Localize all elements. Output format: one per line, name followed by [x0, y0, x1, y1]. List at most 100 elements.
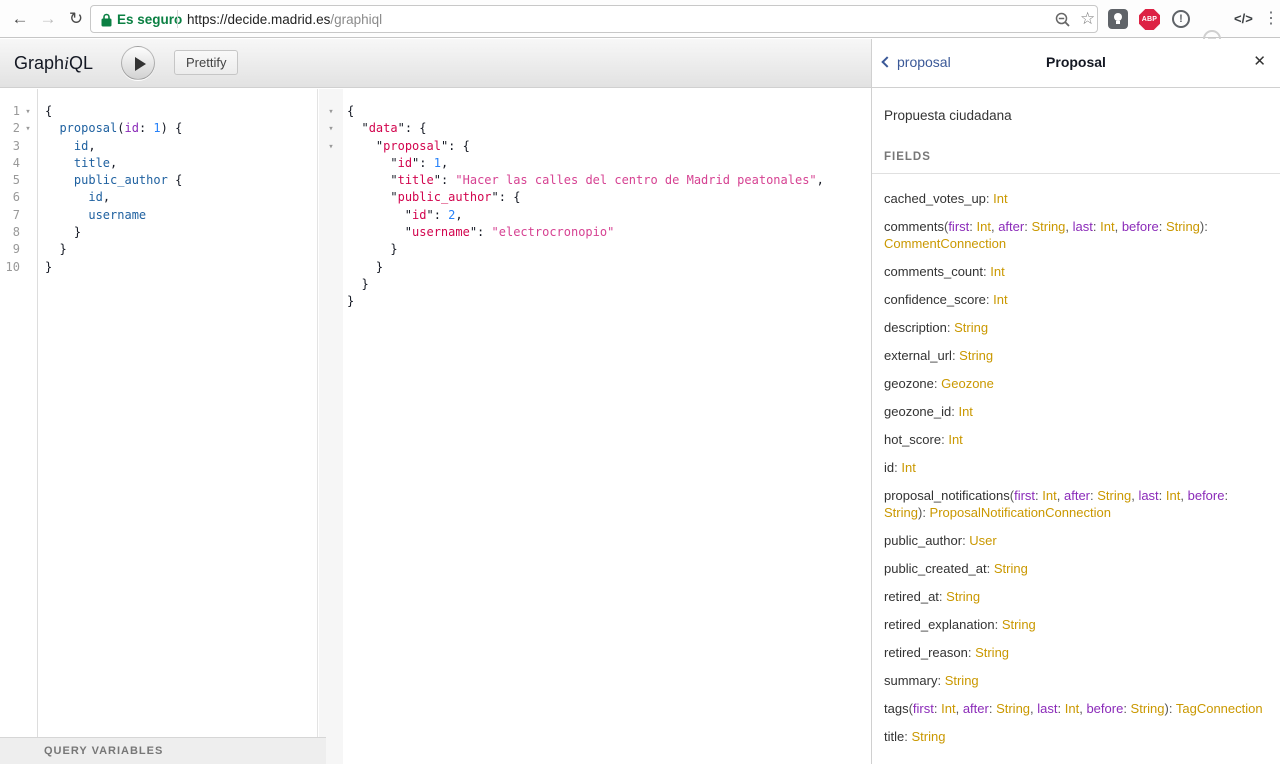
- type-name[interactable]: Int: [958, 404, 972, 419]
- type-name[interactable]: CommentConnection: [884, 236, 1006, 251]
- field-name[interactable]: comments_count: [884, 264, 983, 279]
- fold-icon[interactable]: ▾: [319, 121, 343, 138]
- bookmark-star-icon[interactable]: ☆: [1080, 9, 1095, 29]
- browser-back-button[interactable]: ←: [8, 7, 32, 31]
- execute-button[interactable]: [121, 46, 155, 80]
- prettify-button[interactable]: Prettify: [174, 50, 238, 75]
- field-name[interactable]: title: [884, 729, 904, 744]
- arg-name[interactable]: first: [913, 701, 934, 716]
- query-variables-bar[interactable]: QUERY VARIABLES: [0, 737, 326, 764]
- secure-label[interactable]: Es seguro: [117, 11, 182, 29]
- type-name[interactable]: String: [954, 320, 988, 335]
- fold-icon[interactable]: ▾: [319, 139, 343, 156]
- field-name[interactable]: tags: [884, 701, 909, 716]
- arg-name[interactable]: before: [1122, 219, 1159, 234]
- field-name[interactable]: geozone_id: [884, 404, 951, 419]
- field-name[interactable]: cached_votes_up: [884, 191, 986, 206]
- type-name[interactable]: String: [975, 645, 1009, 660]
- code-line: }: [45, 260, 317, 277]
- field-name[interactable]: external_url: [884, 348, 952, 363]
- graphiql-logo: GraphiQL: [14, 53, 93, 74]
- type-name[interactable]: Int: [993, 191, 1007, 206]
- type-name[interactable]: Int: [1065, 701, 1079, 716]
- lightbulb-extension-icon[interactable]: [1108, 9, 1128, 29]
- alert-circle-extension-icon[interactable]: !: [1172, 10, 1190, 28]
- browser-menu-icon[interactable]: ⋮: [1263, 9, 1279, 29]
- arg-name[interactable]: first: [1014, 488, 1035, 503]
- query-code[interactable]: { proposal(id: 1) { id, title, public_au…: [39, 89, 317, 277]
- arg-name[interactable]: after: [963, 701, 989, 716]
- type-name[interactable]: User: [969, 533, 996, 548]
- field-name[interactable]: summary: [884, 673, 937, 688]
- field-name[interactable]: geozone: [884, 376, 934, 391]
- code-line: "proposal": {: [347, 139, 871, 156]
- arg-name[interactable]: after: [1064, 488, 1090, 503]
- type-name[interactable]: Int: [901, 460, 915, 475]
- type-name[interactable]: String: [1097, 488, 1131, 503]
- field-name[interactable]: id: [884, 460, 894, 475]
- type-name[interactable]: Int: [993, 292, 1007, 307]
- field-name[interactable]: confidence_score: [884, 292, 986, 307]
- address-bar[interactable]: Es seguro https://decide.madrid.es/graph…: [90, 5, 1098, 33]
- arg-name[interactable]: last: [1037, 701, 1057, 716]
- arg-name[interactable]: before: [1086, 701, 1123, 716]
- type-name[interactable]: String: [994, 561, 1028, 576]
- type-name[interactable]: String: [1166, 219, 1200, 234]
- query-editor[interactable]: 1▾2▾345678910 { proposal(id: 1) { id, ti…: [0, 89, 318, 764]
- type-name[interactable]: String: [1031, 219, 1065, 234]
- type-name[interactable]: String: [911, 729, 945, 744]
- field-name[interactable]: description: [884, 320, 947, 335]
- field-name[interactable]: public_created_at: [884, 561, 987, 576]
- arg-name[interactable]: last: [1073, 219, 1093, 234]
- fold-icon[interactable]: ▾: [20, 104, 36, 121]
- code-line: {: [347, 104, 871, 121]
- type-name[interactable]: String: [996, 701, 1030, 716]
- field-name[interactable]: hot_score: [884, 432, 941, 447]
- type-name[interactable]: Int: [948, 432, 962, 447]
- arg-name[interactable]: first: [948, 219, 969, 234]
- result-code: { "data": { "proposal": { "id": 1, "titl…: [343, 89, 871, 312]
- chevron-left-icon: [881, 56, 892, 67]
- doc-field-item: public_created_at: String: [884, 560, 1266, 577]
- browser-forward-button[interactable]: →: [36, 7, 60, 31]
- type-name[interactable]: Geozone: [941, 376, 994, 391]
- field-name[interactable]: retired_explanation: [884, 617, 995, 632]
- type-description: Propuesta ciudadana: [884, 107, 1266, 124]
- code-brackets-extension-icon[interactable]: </>: [1234, 9, 1253, 29]
- lock-icon: [101, 13, 112, 32]
- url-text[interactable]: https://decide.madrid.es/graphiql: [187, 11, 382, 29]
- adblock-extension-icon[interactable]: ABP: [1139, 9, 1160, 30]
- punctuation: ,: [1115, 219, 1122, 234]
- type-name[interactable]: Int: [1166, 488, 1180, 503]
- type-name[interactable]: String: [1131, 701, 1165, 716]
- type-name[interactable]: Int: [1100, 219, 1114, 234]
- punctuation: :: [1058, 701, 1065, 716]
- type-name[interactable]: String: [1002, 617, 1036, 632]
- type-name[interactable]: Int: [990, 264, 1004, 279]
- field-name[interactable]: retired_at: [884, 589, 939, 604]
- field-name[interactable]: comments: [884, 219, 944, 234]
- type-name[interactable]: String: [945, 673, 979, 688]
- fold-icon[interactable]: ▾: [20, 121, 36, 138]
- field-name[interactable]: retired_reason: [884, 645, 968, 660]
- type-name[interactable]: String: [884, 505, 918, 520]
- fold-spacer: [20, 173, 36, 190]
- type-name[interactable]: Int: [941, 701, 955, 716]
- type-name[interactable]: String: [946, 589, 980, 604]
- punctuation: :: [1123, 701, 1130, 716]
- type-name[interactable]: String: [959, 348, 993, 363]
- doc-close-button[interactable]: ✕: [1253, 53, 1266, 71]
- doc-field-item: proposal_notifications(first: Int, after…: [884, 487, 1266, 521]
- type-name[interactable]: ProposalNotificationConnection: [930, 505, 1111, 520]
- arg-name[interactable]: after: [998, 219, 1024, 234]
- type-name[interactable]: Int: [977, 219, 991, 234]
- fold-icon[interactable]: ▾: [319, 104, 343, 121]
- type-name[interactable]: Int: [1042, 488, 1056, 503]
- field-name[interactable]: public_author: [884, 533, 962, 548]
- field-name[interactable]: proposal_notifications: [884, 488, 1010, 503]
- type-name[interactable]: TagConnection: [1176, 701, 1263, 716]
- arg-name[interactable]: before: [1188, 488, 1225, 503]
- browser-refresh-button[interactable]: ↻: [64, 7, 88, 31]
- arg-name[interactable]: last: [1138, 488, 1158, 503]
- zoom-out-icon[interactable]: [1054, 11, 1072, 29]
